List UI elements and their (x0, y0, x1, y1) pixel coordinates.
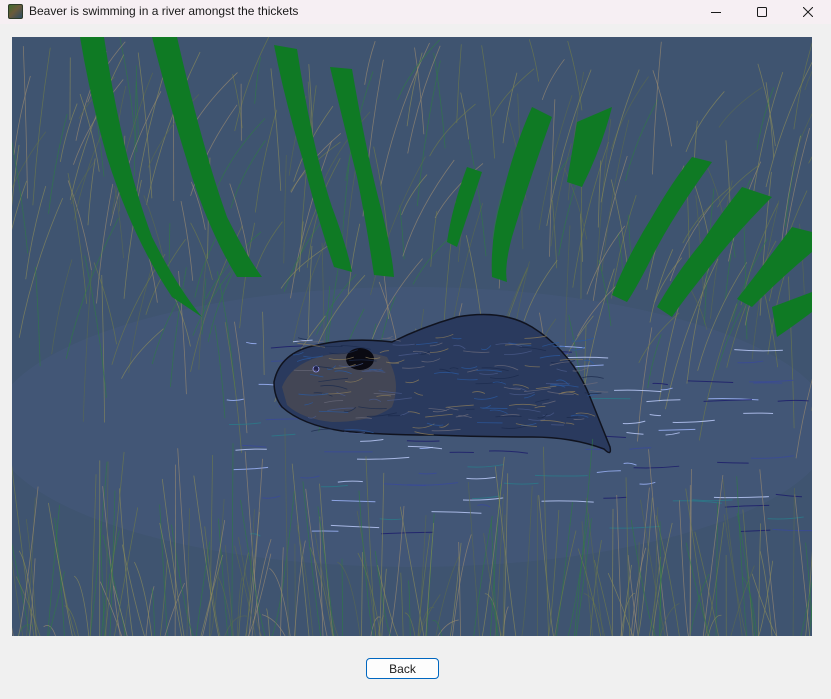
close-button[interactable] (785, 0, 831, 24)
minimize-icon (711, 12, 721, 13)
back-button[interactable]: Back (366, 658, 439, 679)
maximize-icon (757, 7, 767, 17)
beaver-picture-icon (8, 4, 23, 19)
maximize-button[interactable] (739, 0, 785, 24)
beaver-drawing (12, 37, 812, 636)
minimize-button[interactable] (693, 0, 739, 24)
window-title: Beaver is swimming in a river amongst th… (29, 4, 299, 18)
title-bar[interactable]: Beaver is swimming in a river amongst th… (0, 0, 831, 24)
app-window: Beaver is swimming in a river amongst th… (0, 0, 831, 699)
close-icon (803, 7, 813, 17)
